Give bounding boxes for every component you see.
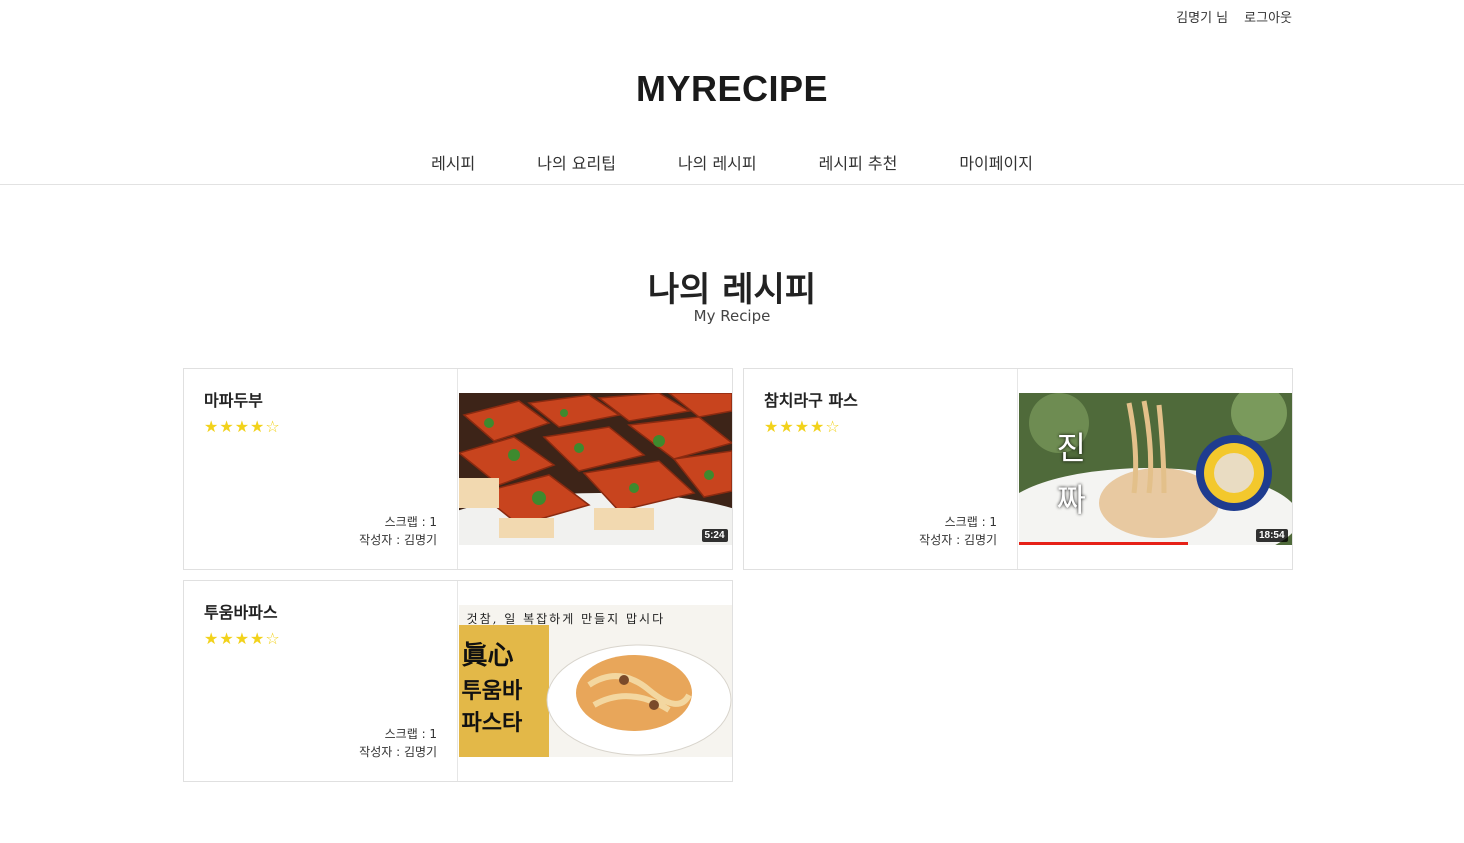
logout-link[interactable]: 로그아웃 <box>1244 7 1292 26</box>
recipe-card[interactable]: 마파두부 ★★★★☆ 스크랩 : 1 작성자 : 김명기 5:24 <box>183 368 733 570</box>
star-empty-icon: ☆ <box>825 417 841 436</box>
nav-item-my-tips[interactable]: 나의 요리팁 <box>537 150 616 174</box>
author: 작성자 : 김명기 <box>359 745 438 759</box>
recipe-thumbnail[interactable]: 진 짜 18:54 <box>1018 393 1292 545</box>
star-rating: ★★★★☆ <box>204 629 437 648</box>
user-bar: 김명기 님 로그아웃 <box>1176 7 1292 26</box>
tuna-pasta-image <box>1018 393 1292 545</box>
recipe-meta: 스크랩 : 1 작성자 : 김명기 <box>359 725 437 761</box>
star-filled-icon: ★ <box>250 417 266 436</box>
thumbnail-wrap[interactable]: 것참, 일 복잡하게 만들지 맙시다 眞心 투움바 파스타 <box>458 581 732 781</box>
nav-item-mypage[interactable]: 마이페이지 <box>959 150 1033 174</box>
recipe-card[interactable]: 참치라구 파스 ★★★★☆ 스크랩 : 1 작성자 : 김명기 진 짜 18:5… <box>743 368 1293 570</box>
tofu-image <box>458 393 732 545</box>
star-filled-icon: ★ <box>764 417 780 436</box>
thumb-text-1: 진 <box>1056 429 1086 467</box>
star-filled-icon: ★ <box>204 417 220 436</box>
recipe-info: 투움바파스 ★★★★☆ 스크랩 : 1 작성자 : 김명기 <box>184 581 459 781</box>
star-filled-icon: ★ <box>810 417 826 436</box>
recipe-card[interactable]: 투움바파스 ★★★★☆ 스크랩 : 1 작성자 : 김명기 것참, 일 복잡하게… <box>183 580 733 782</box>
star-filled-icon: ★ <box>219 629 235 648</box>
scrap-count: 스크랩 : 1 <box>384 515 438 529</box>
author: 작성자 : 김명기 <box>359 533 438 547</box>
main-nav: 레시피 나의 요리팁 나의 레시피 레시피 추천 마이페이지 <box>0 150 1464 174</box>
scrap-count: 스크랩 : 1 <box>384 727 438 741</box>
video-duration: 5:24 <box>701 529 728 542</box>
star-filled-icon: ★ <box>234 629 251 648</box>
star-filled-icon: ★ <box>250 629 266 648</box>
recipe-name[interactable]: 참치라구 파스 <box>764 387 997 411</box>
thumbnail-wrap[interactable]: 진 짜 18:54 <box>1018 369 1292 569</box>
star-filled-icon: ★ <box>794 417 811 436</box>
recipe-meta: 스크랩 : 1 작성자 : 김명기 <box>919 513 997 549</box>
thumb-text-2: 짜 <box>1056 481 1086 519</box>
page-title: 나의 레시피 <box>647 270 817 310</box>
user-name: 김명기 님 <box>1176 11 1229 26</box>
recipe-thumbnail[interactable]: 5:24 <box>458 393 732 545</box>
video-duration: 18:54 <box>1255 529 1288 542</box>
recipe-name[interactable]: 마파두부 <box>204 387 437 411</box>
star-rating: ★★★★☆ <box>764 417 997 436</box>
recipe-meta: 스크랩 : 1 작성자 : 김명기 <box>359 513 437 549</box>
recipe-info: 마파두부 ★★★★☆ 스크랩 : 1 작성자 : 김명기 <box>184 369 459 569</box>
thumb-side-text-2: 투움바 <box>461 679 523 704</box>
star-filled-icon: ★ <box>219 417 235 436</box>
star-filled-icon: ★ <box>779 417 795 436</box>
page-subtitle: My Recipe <box>693 307 771 325</box>
recipe-thumbnail[interactable]: 것참, 일 복잡하게 만들지 맙시다 眞心 투움바 파스타 <box>458 605 732 757</box>
thumbnail-wrap[interactable]: 5:24 <box>458 369 732 569</box>
star-filled-icon: ★ <box>204 629 220 648</box>
recipe-name[interactable]: 투움바파스 <box>204 599 437 623</box>
site-logo[interactable]: MYRECIPE <box>0 68 1464 110</box>
thumb-top-text: 것참, 일 복잡하게 만들지 맙시다 <box>466 612 666 626</box>
thumb-side-text-3: 파스타 <box>461 711 523 736</box>
nav-item-my-recipe[interactable]: 나의 레시피 <box>678 150 757 174</box>
thumb-side-text-1: 眞心 <box>461 641 514 671</box>
author: 작성자 : 김명기 <box>919 533 998 547</box>
star-empty-icon: ☆ <box>265 417 281 436</box>
nav-item-recipe[interactable]: 레시피 <box>431 150 475 174</box>
recipe-info: 참치라구 파스 ★★★★☆ 스크랩 : 1 작성자 : 김명기 <box>744 369 1019 569</box>
star-filled-icon: ★ <box>234 417 251 436</box>
star-empty-icon: ☆ <box>265 629 281 648</box>
watch-progress <box>1018 542 1188 545</box>
nav-item-recommend[interactable]: 레시피 추천 <box>819 150 898 174</box>
nav-divider <box>0 184 1464 185</box>
star-rating: ★★★★☆ <box>204 417 437 436</box>
scrap-count: 스크랩 : 1 <box>944 515 998 529</box>
